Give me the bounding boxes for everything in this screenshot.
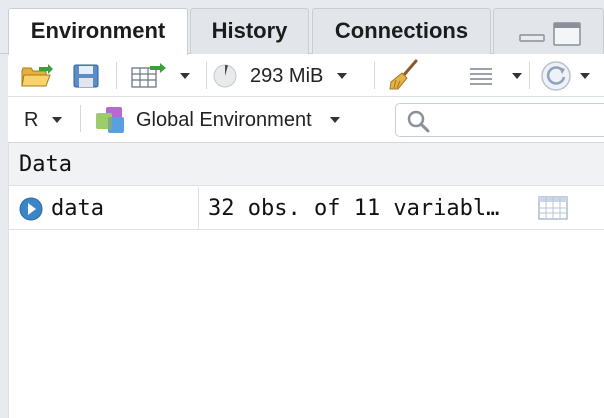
memory-usage-button[interactable]: 293 MiB [212, 60, 348, 92]
memory-pie-icon [213, 64, 237, 88]
environment-icon [96, 107, 124, 133]
environment-toolbar: 293 MiB [8, 54, 604, 97]
toolbar-separator [80, 105, 81, 132]
refresh-button[interactable] [540, 60, 590, 92]
view-mode-button[interactable] [468, 62, 522, 90]
toolbar-separator [206, 62, 207, 89]
search-icon [407, 110, 430, 133]
memory-usage-label: 293 MiB [250, 64, 324, 87]
open-folder-icon[interactable] [20, 63, 54, 89]
environment-selector-bar: R Global Environment [8, 97, 604, 143]
left-border [0, 54, 8, 418]
language-selector[interactable]: R [24, 105, 63, 135]
view-mode-dropdown-caret [512, 73, 522, 79]
object-value-cell: 32 obs. of 11 variabl… [208, 187, 538, 230]
section-header-data: Data [9, 143, 604, 186]
environment-dropdown-caret [329, 117, 340, 123]
table-view-icon[interactable] [538, 196, 568, 220]
toolbar-separator [529, 62, 530, 89]
import-dataset-icon [131, 63, 166, 88]
tab-history-label: History [211, 18, 288, 43]
tab-environment-label: Environment [30, 18, 166, 43]
broom-icon[interactable] [388, 59, 420, 91]
refresh-dropdown-caret [580, 73, 590, 79]
import-dataset-button[interactable] [130, 62, 190, 90]
tab-overflow [493, 8, 604, 54]
expand-arrow-icon[interactable] [19, 197, 43, 221]
language-label: R [24, 108, 39, 131]
maximize-icon[interactable] [553, 22, 581, 46]
section-header-label: Data [19, 152, 72, 177]
object-name-cell: data [9, 187, 199, 230]
object-name: data [51, 196, 104, 221]
refresh-icon [541, 61, 571, 91]
environment-object-list: Data data 32 obs. of 11 variabl… [8, 143, 604, 418]
toolbar-separator [116, 62, 117, 89]
search-input[interactable] [395, 103, 604, 137]
tab-connections-label: Connections [334, 18, 469, 43]
toolbar-separator [374, 62, 375, 89]
minimize-icon[interactable] [519, 25, 545, 43]
object-value: 32 obs. of 11 variabl… [208, 196, 500, 221]
save-icon[interactable] [72, 63, 100, 89]
tab-connections[interactable]: Connections [312, 8, 491, 54]
tab-environment[interactable]: Environment [8, 8, 188, 55]
memory-dropdown-caret [337, 73, 348, 79]
language-dropdown-caret [52, 117, 63, 123]
environment-selector[interactable]: Global Environment [94, 103, 340, 137]
list-view-icon [470, 68, 492, 85]
table-row[interactable]: data 32 obs. of 11 variabl… [9, 187, 604, 230]
tab-history[interactable]: History [190, 8, 309, 54]
import-dropdown-caret [180, 73, 190, 79]
environment-label: Global Environment [136, 108, 312, 131]
pane-tab-bar: Environment History Connections [0, 0, 604, 55]
